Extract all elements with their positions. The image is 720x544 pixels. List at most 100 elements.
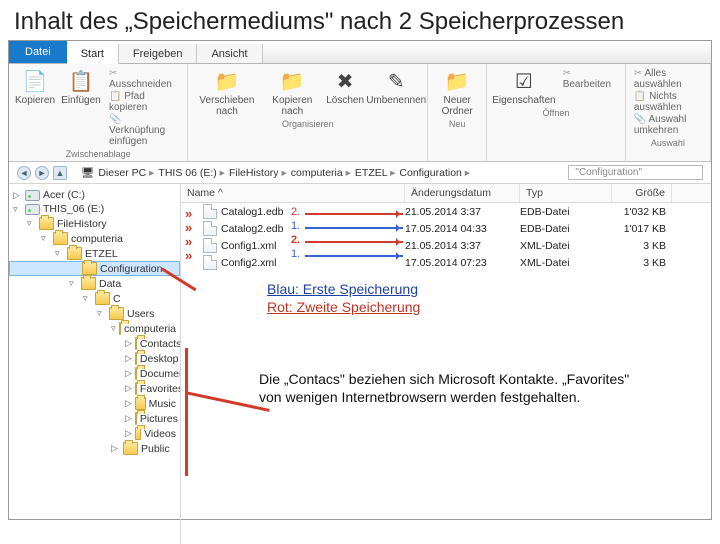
table-row[interactable]: Config2.xml17.05.2014 07:23XML-Datei3 KB <box>181 254 711 271</box>
file-name: Catalog2.edb <box>221 223 283 235</box>
tab-file[interactable]: Datei <box>9 41 67 63</box>
explorer-window: Datei Start Freigeben Ansicht 📄Kopieren … <box>8 40 712 520</box>
folder-icon <box>109 307 124 320</box>
tree-node[interactable]: ▷Videos <box>9 426 180 441</box>
table-row[interactable]: Catalog2.edb 17.05.2014 04:33EDB-Datei1'0… <box>181 220 711 237</box>
clipboard-caption: Zwischenablage <box>66 149 131 159</box>
drive-icon <box>25 204 40 215</box>
table-row[interactable]: Config1.xml 21.05.2014 3:37XML-Datei3 KB <box>181 237 711 254</box>
tab-start[interactable]: Start <box>67 44 119 64</box>
crumb-seg[interactable]: computeria <box>291 167 351 179</box>
pastelink-button[interactable]: Verknüpfung einfügen <box>109 114 179 147</box>
selectnone-button[interactable]: Nichts auswählen <box>634 91 702 113</box>
tree-node[interactable]: ▿Data <box>9 276 180 291</box>
tree-node[interactable]: ▷Acer (C:) <box>9 188 180 202</box>
newfolder-icon: 📁 <box>442 68 472 94</box>
file-size: 3 KB <box>612 240 672 252</box>
file-type: XML-Datei <box>520 257 612 269</box>
paste-button[interactable]: 📋Einfügen <box>63 68 99 106</box>
col-type[interactable]: Typ <box>520 184 612 202</box>
folder-icon <box>135 397 146 410</box>
rename-button[interactable]: ✎Umbenennen <box>373 68 419 106</box>
crumb-seg[interactable]: Configuration <box>399 167 470 179</box>
file-size: 1'032 KB <box>612 206 672 218</box>
tree-node[interactable]: ▷Contacts <box>9 336 180 351</box>
col-name[interactable]: Name ^ <box>181 184 405 202</box>
table-row[interactable]: Catalog1.edb21.05.2014 3:37EDB-Datei1'03… <box>181 203 711 220</box>
drive-icon <box>25 190 40 201</box>
back-icon[interactable]: ◄ <box>17 166 31 180</box>
file-icon <box>203 204 217 219</box>
copyto-icon: 📁 <box>277 68 307 94</box>
tree-node[interactable]: ▿FileHistory <box>9 216 180 231</box>
col-date[interactable]: Änderungsdatum <box>405 184 520 202</box>
new-caption: Neu <box>449 119 466 129</box>
search-input[interactable]: "Configuration" <box>568 165 703 180</box>
open-mini: Bearbeiten <box>563 68 617 90</box>
moveto-button[interactable]: 📁Verschieben nach <box>196 68 257 117</box>
fwd-icon[interactable]: ► <box>35 166 49 180</box>
copy-icon: 📄 <box>20 68 50 94</box>
selectinv-button[interactable]: Auswahl umkehren <box>634 114 702 136</box>
legend: Blau: Erste Speicherung Rot: Zweite Spei… <box>267 280 420 316</box>
file-name: Config2.xml <box>221 257 276 269</box>
tree-node[interactable]: ▷Pictures <box>9 411 180 426</box>
delete-button[interactable]: ✖Löschen <box>327 68 363 106</box>
tree-node[interactable]: ▿computeria <box>9 321 180 336</box>
col-size[interactable]: Größe <box>612 184 672 202</box>
tree-node[interactable]: ▷Favorites <box>9 381 180 396</box>
rename-icon: ✎ <box>381 68 411 94</box>
file-list: Name ^ Änderungsdatum Typ Größe Catalog1… <box>181 184 711 544</box>
crumb-seg[interactable]: FileHistory <box>229 167 287 179</box>
nav-tree: ▷Acer (C:) ▿THIS_06 (E:) ▿FileHistory ▿c… <box>9 184 181 544</box>
crumb-seg[interactable]: Dieser PC <box>98 167 154 179</box>
properties-button[interactable]: ☑Eigenschaften <box>495 68 553 106</box>
folder-icon <box>39 217 54 230</box>
tree-node[interactable]: ▷Documents <box>9 366 180 381</box>
file-size: 1'017 KB <box>612 223 672 235</box>
cut-button[interactable]: Ausschneiden <box>109 68 179 90</box>
file-name: Config1.xml <box>221 240 276 252</box>
tree-node[interactable]: ▿C <box>9 291 180 306</box>
tree-node[interactable]: ▿THIS_06 (E:) <box>9 202 180 216</box>
tree-node[interactable]: ▿Users <box>9 306 180 321</box>
note-text: Die „Contacs" beziehen sich Microsoft Ko… <box>259 370 639 406</box>
folder-icon <box>67 247 82 260</box>
delete-icon: ✖ <box>330 68 360 94</box>
file-type: EDB-Datei <box>520 223 612 235</box>
tree-node-selected[interactable]: Configuration <box>9 261 180 276</box>
copy-button[interactable]: 📄Kopieren <box>17 68 53 106</box>
tree-node[interactable]: ▷Public <box>9 441 180 456</box>
tree-node[interactable]: ▷Music <box>9 396 180 411</box>
file-type: XML-Datei <box>520 240 612 252</box>
crumb-seg[interactable]: ETZEL <box>355 167 396 179</box>
slide-title: Inhalt des „Speichermediums" nach 2 Spei… <box>0 0 720 40</box>
selectall-button[interactable]: Alles auswählen <box>634 68 702 90</box>
ribbon-tabs: Datei Start Freigeben Ansicht <box>9 41 711 64</box>
folder-icon <box>82 262 97 275</box>
crumb-seg[interactable]: THIS 06 (E:) <box>158 167 225 179</box>
folder-icon <box>135 352 137 365</box>
tree-node[interactable]: ▿computeria <box>9 231 180 246</box>
copyto-button[interactable]: 📁Kopieren nach <box>268 68 318 117</box>
tree-node[interactable]: ▿ETZEL <box>9 246 180 261</box>
file-date: 17.05.2014 04:33 <box>405 223 520 235</box>
edit-button[interactable]: Bearbeiten <box>563 68 617 90</box>
breadcrumb: ◄ ► ▲ 🖥 Dieser PC THIS 06 (E:) FileHisto… <box>9 162 711 184</box>
file-type: EDB-Datei <box>520 206 612 218</box>
tab-view[interactable]: Ansicht <box>197 44 262 63</box>
tab-share[interactable]: Freigeben <box>119 44 198 63</box>
file-date: 21.05.2014 3:37 <box>405 240 520 252</box>
newfolder-button[interactable]: 📁Neuer Ordner <box>436 68 478 117</box>
select-mini: Alles auswählen Nichts auswählen Auswahl… <box>634 68 702 136</box>
copypath-button[interactable]: Pfad kopieren <box>109 91 179 113</box>
up-icon[interactable]: ▲ <box>53 166 67 180</box>
tree-node[interactable]: ▷Desktop <box>9 351 180 366</box>
folder-icon <box>53 232 68 245</box>
select-caption: Auswahl <box>651 138 685 148</box>
folder-icon <box>81 277 96 290</box>
move-icon: 📁 <box>212 68 242 94</box>
folder-icon <box>135 427 141 440</box>
folder-icon <box>135 367 137 380</box>
folder-icon <box>135 337 137 350</box>
